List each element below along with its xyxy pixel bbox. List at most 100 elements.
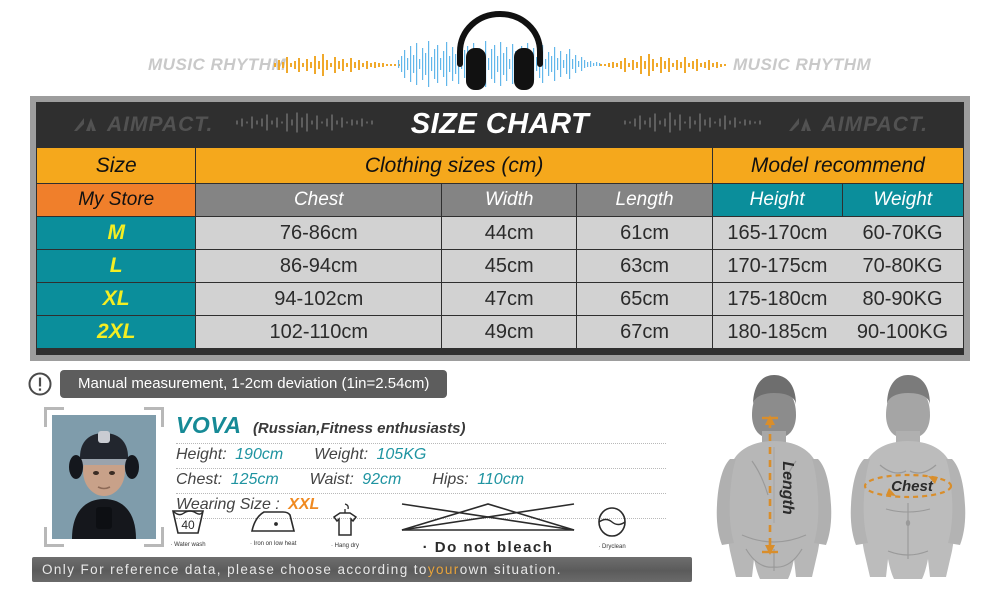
model-waist-value: 92cm (362, 471, 402, 488)
model-name: VOVA (176, 412, 242, 438)
sub-header-my-store: My Store (35, 183, 197, 217)
table-group-header-row: Size Clothing sizes (cm) Model recommend (35, 147, 965, 184)
cell-weight: 90-100KG (842, 315, 965, 349)
care-item-water-wash: 40 · Water wash (170, 506, 206, 548)
disclaimer-part1: Only For reference data, please choose a… (42, 562, 428, 577)
cell-weight: 60-70KG (842, 216, 965, 250)
group-header-size: Size (35, 147, 197, 184)
brand-logo-right: AIMPACT. (787, 113, 928, 137)
cell-height: 175-180cm (711, 282, 843, 316)
frame-corner-bottom-left (44, 527, 64, 547)
care-label-dry-clean: · Dryclean (598, 544, 626, 550)
table-row: 2XL 102-110cm 49cm 67cm 180-185cm 90-100… (35, 315, 965, 349)
cell-weight: 80-90KG (842, 282, 965, 316)
size-chart-table: Size Clothing sizes (cm) Model recommend… (35, 147, 965, 349)
headphones-icon (452, 8, 548, 97)
size-chart-inner: AIMPACT. SIZE CHART AIMPACT. Size Clothi… (35, 102, 965, 355)
model-height-weight-row: Height: 190cm Weight: 105KG (176, 444, 666, 469)
sub-header-weight: Weight (841, 183, 965, 217)
care-instructions: 40 · Water wash · Iron on low heat · Han… (170, 503, 670, 556)
care-item-iron: · Iron on low heat (250, 509, 296, 547)
cell-length: 61cm (576, 216, 713, 250)
cell-length: 67cm (576, 315, 713, 349)
care-item-do-not-bleach: · Do not bleach (388, 502, 588, 556)
audio-waveform-icon-right (600, 48, 728, 82)
exclamation-circle-icon (28, 372, 52, 396)
sub-header-height: Height (711, 183, 843, 217)
model-weight-label: Weight: (314, 446, 369, 463)
care-label-hang-dry: · Hang dry (330, 543, 359, 549)
care-label-do-not-bleach: · Do not bleach (422, 539, 554, 556)
chest-label: Chest (891, 478, 934, 495)
model-height-value: 190cm (235, 446, 284, 463)
cell-chest: 102-110cm (195, 315, 443, 349)
cell-width: 44cm (441, 216, 578, 250)
do-not-bleach-icon (401, 503, 575, 531)
cell-size: 2XL (35, 315, 197, 349)
size-chart-title-bar: AIMPACT. SIZE CHART AIMPACT. (36, 102, 964, 147)
cell-chest: 86-94cm (195, 249, 443, 283)
table-row: L 86-94cm 45cm 63cm 170-175cm 70-80KG (35, 249, 965, 283)
page-title: SIZE CHART (410, 108, 590, 140)
cell-width: 45cm (441, 249, 578, 283)
model-photo-frame (44, 407, 164, 547)
table-row: XL 94-102cm 47cm 65cm 175-180cm 80-90KG (35, 282, 965, 316)
size-chart-frame: AIMPACT. SIZE CHART AIMPACT. Size Clothi… (30, 96, 970, 361)
model-height-label: Height: (176, 446, 227, 463)
cell-height: 180-185cm (711, 315, 843, 349)
water-wash-temperature: 40 (181, 518, 195, 532)
model-portrait (52, 415, 156, 539)
model-chest-waist-hips-row: Chest: 125cm Waist: 92cm Hips: 110cm (176, 469, 666, 494)
cell-width: 47cm (441, 282, 578, 316)
hang-dry-icon (332, 503, 358, 536)
cell-length: 65cm (576, 282, 713, 316)
body-measurement-diagrams: Length Chest (700, 363, 1000, 593)
water-wash-icon: 40 (171, 510, 205, 534)
brand-logo-left-text: AIMPACT. (107, 112, 214, 136)
aimpact-mark-icon (788, 117, 811, 131)
sub-header-chest: Chest (195, 183, 443, 217)
cell-chest: 94-102cm (195, 282, 443, 316)
brand-logo-left: AIMPACT. (72, 113, 213, 137)
manual-measurement-text: Manual measurement, 1-2cm deviation (1in… (60, 370, 448, 398)
music-rhythm-banner: MUSIC RHYTHM MUSIC RHYTHM (0, 0, 1000, 92)
body-back-silhouette: Length (716, 375, 832, 579)
manual-measurement-notice: Manual measurement, 1-2cm deviation (1in… (28, 370, 448, 398)
banner-inner: MUSIC RHYTHM MUSIC RHYTHM (0, 0, 1000, 92)
frame-corner-top-left (44, 407, 64, 427)
cell-size: M (35, 216, 197, 250)
dry-clean-icon (598, 507, 626, 537)
care-item-dry-clean: · Dryclean (595, 506, 629, 550)
model-hips-value: 110cm (477, 471, 525, 488)
care-item-hang-dry: · Hang dry (330, 503, 360, 549)
sub-header-width: Width (441, 183, 578, 217)
banner-brand-left: MUSIC RHYTHM (148, 55, 287, 74)
model-waist-label: Waist: (309, 471, 354, 488)
body-front-silhouette: Chest (850, 375, 966, 579)
disclaimer-bar: Only For reference data, please choose a… (32, 557, 692, 582)
group-header-clothing-sizes: Clothing sizes (cm) (195, 147, 713, 184)
banner-brand-right: MUSIC RHYTHM (733, 55, 872, 74)
model-name-row: VOVA (Russian,Fitness enthusiasts) (176, 410, 666, 444)
disclaimer-highlight: your (427, 562, 460, 577)
cell-width: 49cm (441, 315, 578, 349)
length-label: Length (779, 461, 796, 515)
cell-chest: 76-86cm (195, 216, 443, 250)
lower-section: Manual measurement, 1-2cm deviation (1in… (0, 361, 1000, 593)
model-chest-label: Chest: (176, 471, 223, 488)
cell-height: 170-175cm (711, 249, 843, 283)
cell-size: XL (35, 282, 197, 316)
aimpact-mark-icon (74, 117, 96, 131)
cell-size: L (35, 249, 197, 283)
care-label-iron: · Iron on low heat (250, 541, 297, 547)
brand-logo-right-text: AIMPACT. (821, 112, 928, 136)
cell-length: 63cm (576, 249, 713, 283)
title-waveform-right (624, 111, 764, 138)
iron-low-heat-icon (251, 511, 296, 532)
disclaimer-part2: own situation. (459, 562, 562, 577)
group-header-model-recommend: Model recommend (711, 147, 965, 184)
care-label-water-wash: · Water wash (170, 542, 206, 548)
audio-waveform-icon-left (274, 48, 402, 82)
cell-weight: 70-80KG (842, 249, 965, 283)
model-hips-label: Hips: (432, 471, 469, 488)
